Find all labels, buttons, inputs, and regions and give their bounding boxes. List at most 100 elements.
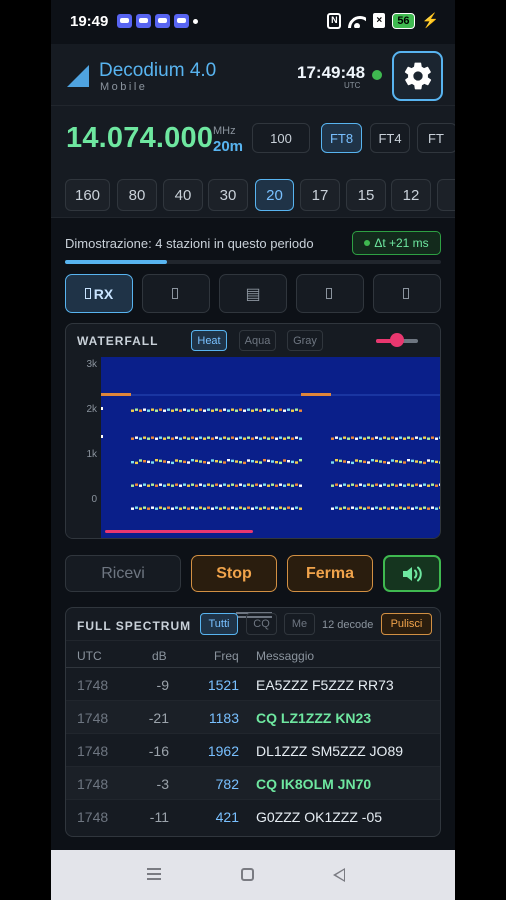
waterfall-signal-mark (295, 461, 298, 464)
filter-me-button[interactable]: Me (284, 613, 315, 635)
band-more-button[interactable] (437, 179, 455, 211)
tab-list[interactable]: ▤ (219, 274, 287, 313)
waterfall-signal-mark (191, 408, 194, 411)
waterfall-signal-mark (407, 483, 410, 486)
clear-button[interactable]: Pulisci (381, 613, 432, 635)
waterfall-signal-mark (215, 483, 218, 486)
tab-4[interactable] (296, 274, 364, 313)
waterfall-signal-mark (291, 460, 294, 464)
waterfall-marker (301, 393, 331, 396)
home-icon[interactable] (241, 868, 254, 881)
band-15-button[interactable]: 15 (346, 179, 386, 211)
waterfall-signal-mark (383, 483, 386, 486)
waterfall-signal-mark (251, 507, 254, 510)
cell-freq: 1962 (207, 743, 239, 759)
period-progress (65, 260, 441, 264)
waterfall-signal-mark (423, 483, 426, 486)
waterfall-signal-mark (331, 461, 334, 464)
waterfall-display[interactable] (101, 357, 440, 538)
tab-2[interactable] (142, 274, 210, 313)
waterfall-signal-mark (211, 437, 214, 440)
band-80-button[interactable]: 80 (117, 179, 157, 211)
axis-label-2k: 2k (86, 404, 97, 415)
waterfall-signal-mark (131, 409, 134, 412)
waterfall-signal-mark (439, 461, 440, 464)
waterfall-signal-mark (435, 484, 438, 487)
waterfall-signal-mark (331, 484, 334, 487)
halt-button[interactable]: Ferma (287, 555, 373, 592)
filter-all-button[interactable]: Tutti (200, 613, 238, 635)
waterfall-signal-mark (255, 460, 258, 464)
table-row[interactable]: 1748 -11 421 G0ZZZ OK1ZZZ -05 (66, 800, 440, 833)
waterfall-signal-mark (339, 437, 342, 440)
step-button[interactable]: 100 (252, 123, 310, 153)
waterfall-gray-button[interactable]: Gray (287, 330, 323, 351)
table-row[interactable]: 1748 -3 782 CQ IK8OLM JN70 (66, 767, 440, 800)
waterfall-aqua-button[interactable]: Aqua (239, 330, 276, 351)
table-row[interactable]: 1748 -9 1521 EA5ZZZ F5ZZZ RR73 (66, 668, 440, 701)
waterfall-title: WATERFALL (77, 334, 159, 348)
waterfall-signal-mark (235, 409, 238, 412)
waterfall-signal-mark (235, 437, 238, 440)
waterfall-signal-mark (427, 459, 430, 462)
tab-rx[interactable]: RX (65, 274, 133, 313)
band-40-button[interactable]: 40 (163, 179, 203, 211)
mode-ft8-button[interactable]: FT8 (321, 123, 362, 153)
gain-slider-handle[interactable] (390, 333, 404, 347)
waterfall-signal-mark (211, 459, 214, 462)
waterfall-signal-mark (231, 436, 234, 439)
band-selector: 160 80 40 30 20 17 15 12 (51, 170, 455, 218)
filter-cq-button[interactable]: CQ (246, 613, 277, 635)
receive-button[interactable]: Ricevi (65, 555, 181, 592)
waterfall-heat-button[interactable]: Heat (191, 330, 227, 351)
speaker-button[interactable] (383, 555, 441, 592)
waterfall-signal-mark (199, 506, 202, 509)
waterfall-signal-mark (227, 437, 230, 440)
waterfall-signal-mark (139, 437, 142, 440)
waterfall-signal-mark (347, 461, 350, 464)
frequency-display[interactable]: 14.074.000 (66, 122, 213, 155)
waterfall-signal-mark (271, 506, 274, 509)
band-30-button[interactable]: 30 (208, 179, 248, 211)
waterfall-frequency-axis: 3k 2k 1k 0 (66, 357, 101, 538)
tab-5[interactable] (373, 274, 441, 313)
waterfall-signal-mark (335, 483, 338, 486)
tab-4-icon (325, 288, 332, 299)
waterfall-signal-mark (379, 507, 382, 510)
back-icon[interactable] (333, 868, 345, 882)
waterfall-signal-mark (391, 436, 394, 439)
waterfall-signal-mark (191, 483, 194, 486)
waterfall-signal-mark (243, 437, 246, 440)
waterfall-signal-mark (419, 484, 422, 487)
waterfall-signal-mark (279, 408, 282, 411)
logo-icon (67, 65, 89, 87)
waterfall-signal-mark (159, 436, 162, 439)
waterfall-signal-mark (431, 460, 434, 463)
waterfall-signal-mark (139, 409, 142, 412)
waterfall-signal-mark (375, 459, 378, 463)
band-17-button[interactable]: 17 (300, 179, 340, 211)
waterfall-signal-mark (203, 484, 206, 487)
waterfall-signal-mark (379, 484, 382, 487)
mode-more-button[interactable]: FT (417, 123, 455, 153)
waterfall-signal-mark (259, 409, 262, 412)
waterfall-signal-mark (239, 436, 242, 439)
mode-ft4-button[interactable]: FT4 (370, 123, 410, 153)
waterfall-marker (101, 393, 131, 396)
stop-button[interactable]: Stop (191, 555, 277, 592)
waterfall-signal-mark (275, 507, 278, 510)
waterfall-signal-mark (179, 460, 182, 463)
band-12-button[interactable]: 12 (391, 179, 431, 211)
waterfall-signal-mark (235, 460, 238, 463)
waterfall-signal-mark (431, 436, 434, 439)
cell-message: DL1ZZZ SM5ZZZ JO89 (256, 743, 404, 759)
waterfall-signal-mark (419, 437, 422, 440)
table-row[interactable]: 1748 -21 1183 CQ LZ1ZZZ KN23 (66, 701, 440, 734)
band-20-button[interactable]: 20 (255, 179, 294, 211)
recent-apps-icon[interactable] (147, 868, 161, 880)
settings-button[interactable] (392, 51, 443, 101)
sim-off-icon: × (373, 13, 386, 28)
band-160-button[interactable]: 160 (65, 179, 110, 211)
cell-utc: 1748 (77, 776, 109, 792)
table-row[interactable]: 1748 -16 1962 DL1ZZZ SM5ZZZ JO89 (66, 734, 440, 767)
